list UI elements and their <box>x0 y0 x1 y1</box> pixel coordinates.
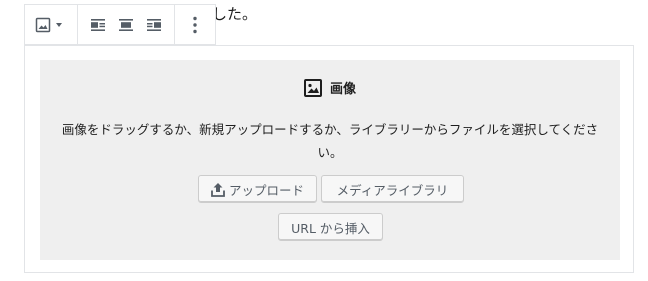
align-center-icon <box>119 18 133 31</box>
upload-icon <box>211 182 225 197</box>
align-right-button[interactable] <box>140 11 168 39</box>
more-options-button[interactable] <box>181 11 209 39</box>
align-right-icon <box>147 18 161 31</box>
upload-button-label: アップロード <box>228 182 304 198</box>
align-left-icon <box>91 18 105 31</box>
block-switcher-group <box>25 5 78 44</box>
placeholder-instructions: 画像をドラッグするか、新規アップロードするか、ライブラリーからファイルを選択して… <box>61 122 599 160</box>
image-icon <box>35 17 51 32</box>
paragraph-text: した。 <box>212 5 258 23</box>
block-toolbar <box>24 4 216 45</box>
placeholder-title: 画像 <box>329 82 356 97</box>
block-switcher-button[interactable] <box>31 11 71 39</box>
media-library-button[interactable]: メディアライブラリ <box>321 175 464 203</box>
placeholder-label: 画像 <box>40 78 620 97</box>
insert-from-url-button-label: URL から挿入 <box>291 220 370 236</box>
align-left-button[interactable] <box>84 11 112 39</box>
upload-button[interactable]: アップロード <box>198 175 317 203</box>
chevron-down-icon <box>56 22 62 27</box>
more-group <box>175 5 215 44</box>
image-icon <box>303 78 322 97</box>
alignment-group <box>78 5 175 44</box>
media-library-button-label: メディアライブラリ <box>336 182 449 198</box>
image-placeholder[interactable]: 画像 画像をドラッグするか、新規アップロードするか、ライブラリーからファイルを選… <box>40 60 620 260</box>
align-center-button[interactable] <box>112 11 140 39</box>
more-vertical-icon <box>193 16 197 33</box>
insert-from-url-button[interactable]: URL から挿入 <box>278 213 383 241</box>
